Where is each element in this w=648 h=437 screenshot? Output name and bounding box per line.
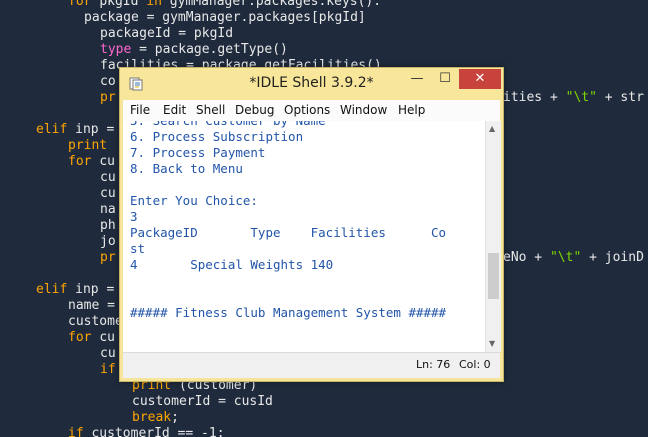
code-line: name = (68, 298, 115, 313)
menu-options[interactable]: Options (284, 103, 330, 117)
shell-line: 3 (130, 209, 138, 224)
shell-output[interactable]: 5. Search Customer by Name6. Process Sub… (123, 121, 485, 352)
menu-bar: File Edit Shell Debug Options Window Hel… (123, 100, 500, 122)
menu-debug[interactable]: Debug (235, 103, 274, 117)
menu-window[interactable]: Window (340, 103, 387, 117)
menu-help[interactable]: Help (398, 103, 425, 117)
code-line: na (100, 202, 116, 217)
code-line: break; (132, 410, 179, 425)
code-line: for cu (68, 330, 115, 345)
code-line-right: ities + "\t" + str (503, 90, 644, 105)
menu-edit[interactable]: Edit (163, 103, 186, 117)
code-line: type = package.getType() (100, 42, 288, 57)
code-line: custome (68, 314, 123, 329)
menu-shell[interactable]: Shell (196, 103, 225, 117)
code-line: print (68, 138, 108, 153)
code-line: jo (100, 234, 116, 249)
shell-line: st (130, 241, 146, 256)
scroll-up-arrow-icon[interactable]: ▲ (489, 124, 495, 133)
code-line: packageId = pkgId (100, 26, 234, 41)
status-bar: Ln: 76 Col: 0 (123, 352, 500, 378)
code-line: for pkgId in gymManager.packages.keys(): (68, 0, 382, 9)
shell-line: 4 Special Weights 140 (130, 257, 334, 272)
shell-line: ##### Fitness Club Management System ###… (130, 305, 447, 320)
line-number-status: Ln: 76 (416, 358, 451, 371)
code-line-right: eNo + "\t" + joinD (503, 250, 644, 265)
code-line: cu (100, 170, 116, 185)
shell-line: 5. Search Customer by Name (130, 121, 326, 129)
minimize-button[interactable]: — (403, 69, 431, 89)
column-number-status: Col: 0 (459, 358, 491, 371)
code-line: cu (100, 186, 116, 201)
scrollbar-thumb[interactable] (488, 253, 499, 299)
menu-file[interactable]: File (130, 103, 150, 117)
code-line: pr (100, 90, 116, 105)
scroll-down-arrow-icon[interactable]: ▼ (489, 339, 495, 348)
code-line: elif inp = (36, 282, 115, 297)
idle-shell-window[interactable]: *IDLE Shell 3.9.2* — ☐ ✕ File Edit Shell… (119, 67, 504, 382)
code-line: package = gymManager.packages[pkgId] (84, 10, 366, 25)
code-line: for cu (68, 154, 115, 169)
shell-line: Enter You Choice: (130, 193, 258, 208)
title-bar[interactable]: *IDLE Shell 3.9.2* — ☐ ✕ (120, 68, 503, 100)
shell-line: 6. Process Subscription (130, 129, 304, 144)
vertical-scrollbar[interactable]: ▲ ▼ (485, 121, 501, 352)
code-line: if (100, 362, 116, 377)
code-line: pr (100, 250, 116, 265)
code-line: if customerId == -1: (68, 426, 225, 437)
close-button[interactable]: ✕ (459, 69, 501, 89)
shell-line: 7. Process Payment (130, 145, 266, 160)
maximize-button[interactable]: ☐ (431, 69, 459, 89)
code-line: cu (100, 346, 116, 361)
shell-line: PackageID Type Facilities Co (130, 225, 447, 240)
code-line: ph (100, 218, 116, 233)
code-line: co (100, 74, 116, 89)
shell-line: 8. Back to Menu (130, 161, 243, 176)
code-line: elif inp = (36, 122, 115, 137)
code-line: customerId = cusId (132, 394, 273, 409)
